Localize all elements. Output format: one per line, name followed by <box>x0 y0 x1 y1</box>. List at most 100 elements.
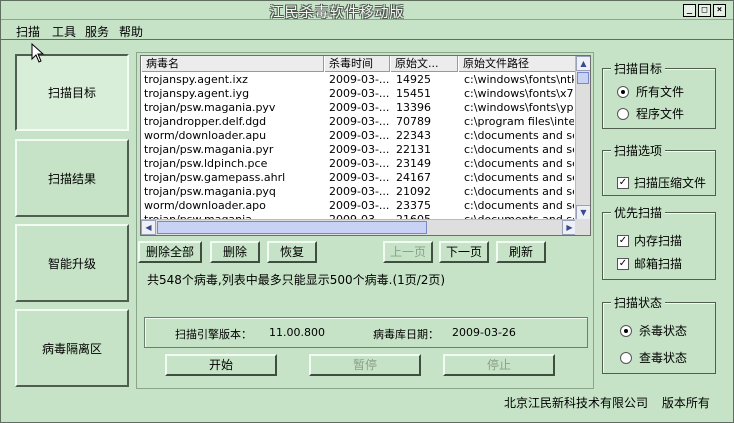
scroll-up-icon[interactable]: ▲ <box>576 56 590 71</box>
scan-target-title: 扫描目标 <box>611 60 666 77</box>
option-kill-state-label: 杀毒状态 <box>639 324 688 338</box>
prev-page-button[interactable]: 上一页 <box>383 241 433 263</box>
option-memory-scan[interactable]: ✓ 内存扫描 <box>617 232 682 249</box>
cell-virus-name: worm/downloader.apu <box>144 129 267 142</box>
cell-original-size: 70789 <box>396 115 431 128</box>
minimize-button[interactable]: _ <box>683 4 696 17</box>
table-row[interactable]: trojandropper.delf.dgd 2009-03-... 70789 c:… <box>141 115 577 129</box>
table-row[interactable]: worm/downloader.apo 2009-03-... 23375 c:\do… <box>141 199 577 213</box>
radio-all-files[interactable] <box>617 85 629 98</box>
title-bar: 江民杀毒软件移动版 _ □ × <box>1 1 733 21</box>
vertical-scroll-thumb[interactable] <box>577 72 589 84</box>
cell-original-path: c:\windows\fonts\x7s7 <box>464 87 574 100</box>
cell-original-path: c:\windows\fonts\ntkm <box>464 73 574 86</box>
option-check-state-label: 查毒状态 <box>639 351 688 365</box>
option-compressed[interactable]: ✓ 扫描压缩文件 <box>617 174 706 191</box>
cell-original-path: c:\documents and settir <box>464 157 574 170</box>
table-row[interactable]: trojanspy.agent.ixz 2009-03-... 14925 c:\wi… <box>141 73 577 87</box>
scroll-down-icon[interactable]: ▼ <box>576 205 590 220</box>
restore-button[interactable]: 恢复 <box>267 241 317 263</box>
checkbox-mailbox-scan[interactable]: ✓ <box>617 257 629 270</box>
cell-original-size: 22131 <box>396 143 431 156</box>
table-row[interactable]: trojan/psw.gamepass.ahrl 2009-03-... 24167… <box>141 171 577 185</box>
priority-scan-title: 优先扫描 <box>611 204 666 221</box>
cell-virus-name: trojan/psw.magania.pyq <box>144 185 276 198</box>
next-page-button[interactable]: 下一页 <box>439 241 489 263</box>
cell-kill-time: 2009-03-... <box>329 199 390 212</box>
cell-original-path: c:\documents and settir <box>464 199 574 212</box>
cell-kill-time: 2009-03-... <box>329 101 390 114</box>
radio-kill-state[interactable] <box>620 324 632 337</box>
option-check-state[interactable]: 查毒状态 <box>620 349 687 366</box>
radio-check-state[interactable] <box>620 351 632 364</box>
horizontal-scrollbar[interactable]: ◀ ▶ <box>141 219 577 235</box>
table-row[interactable]: trojan/psw.magania.pyr 2009-03-... 22131 c:… <box>141 143 577 157</box>
option-all-files[interactable]: 所有文件 <box>617 83 684 100</box>
delete-button[interactable]: 删除 <box>210 241 260 263</box>
cell-virus-name: trojan/psw.ldpinch.pce <box>144 157 268 170</box>
table-row[interactable]: worm/downloader.apu 2009-03-... 22343 c:\do… <box>141 129 577 143</box>
cell-original-size: 14925 <box>396 73 431 86</box>
mouse-cursor-icon <box>31 43 45 63</box>
refresh-button[interactable]: 刷新 <box>496 241 546 263</box>
cell-kill-time: 2009-03-... <box>329 73 390 86</box>
scan-state-group: 扫描状态 杀毒状态 查毒状态 <box>602 294 716 374</box>
cell-original-size: 15451 <box>396 87 431 100</box>
cell-original-size: 21092 <box>396 185 431 198</box>
menu-help[interactable]: 帮助 <box>119 23 143 40</box>
cell-kill-time: 2009-03-... <box>329 143 390 156</box>
option-kill-state[interactable]: 杀毒状态 <box>620 322 687 339</box>
horizontal-scroll-thumb[interactable] <box>157 221 427 234</box>
cell-original-size: 13396 <box>396 101 431 114</box>
pause-button[interactable]: 暂停 <box>309 354 421 376</box>
menu-service[interactable]: 服务 <box>85 23 109 40</box>
option-memory-scan-label: 内存扫描 <box>634 234 683 248</box>
virus-list[interactable]: 病毒名 杀毒时间 原始文... 原始文件路径 trojanspy.agent.i… <box>140 55 591 236</box>
menu-tools[interactable]: 工具 <box>52 23 76 40</box>
checkbox-memory-scan[interactable]: ✓ <box>617 234 629 247</box>
nav-scan-target[interactable]: 扫描目标 <box>15 54 129 131</box>
cell-original-path: c:\documents and settir <box>464 129 574 142</box>
option-mailbox-scan[interactable]: ✓ 邮箱扫描 <box>617 255 682 272</box>
scrollbar-corner <box>575 219 590 235</box>
nav-quarantine-label: 病毒隔离区 <box>41 341 102 356</box>
stop-button[interactable]: 停止 <box>443 354 555 376</box>
table-row[interactable]: trojan/psw.magania.pyv 2009-03-... 13396 c:… <box>141 101 577 115</box>
column-original-path[interactable]: 原始文件路径 <box>458 56 577 72</box>
option-all-files-label: 所有文件 <box>636 85 685 99</box>
cell-original-path: c:\documents and settir <box>464 143 574 156</box>
checkbox-compressed[interactable]: ✓ <box>617 176 629 189</box>
table-row[interactable]: trojan/psw.magania.pyq 2009-03-... 21092 c:… <box>141 185 577 199</box>
nav-smart-upgrade[interactable]: 智能升级 <box>15 224 129 302</box>
cell-virus-name: trojanspy.agent.iyg <box>144 87 250 100</box>
nav-scan-results-label: 扫描结果 <box>47 171 96 186</box>
cell-virus-name: trojan/psw.magania.pyr <box>144 143 274 156</box>
close-button[interactable]: × <box>713 4 726 17</box>
cell-original-size: 22343 <box>396 129 431 142</box>
virus-db-date-value: 2009-03-26 <box>452 326 516 339</box>
table-row[interactable]: trojanspy.agent.iyg 2009-03-... 15451 c:\wi… <box>141 87 577 101</box>
table-row[interactable]: trojan/psw.ldpinch.pce 2009-03-... 23149 c:… <box>141 157 577 171</box>
radio-program-files[interactable] <box>617 107 629 120</box>
column-virus-name[interactable]: 病毒名 <box>141 56 324 72</box>
column-original-size[interactable]: 原始文... <box>390 56 458 72</box>
cell-kill-time: 2009-03-... <box>329 115 390 128</box>
cell-virus-name: trojandropper.delf.dgd <box>144 115 267 128</box>
footer: 北京江民新科技术有限公司 版本所有 <box>504 394 710 411</box>
cell-original-size: 23375 <box>396 199 431 212</box>
delete-all-button[interactable]: 删除全部 <box>138 241 202 263</box>
start-button[interactable]: 开始 <box>165 354 277 376</box>
vertical-scrollbar[interactable]: ▲ ▼ <box>575 56 590 220</box>
virus-count-summary: 共548个病毒,列表中最多只能显示500个病毒.(1页/2页) <box>147 273 446 287</box>
menu-scan[interactable]: 扫描 <box>16 23 40 40</box>
option-mailbox-scan-label: 邮箱扫描 <box>634 257 683 271</box>
cell-kill-time: 2009-03-... <box>329 157 390 170</box>
cell-kill-time: 2009-03-... <box>329 87 390 100</box>
nav-quarantine[interactable]: 病毒隔离区 <box>15 309 129 387</box>
scroll-left-icon[interactable]: ◀ <box>141 220 156 235</box>
column-kill-time[interactable]: 杀毒时间 <box>324 56 390 72</box>
maximize-button[interactable]: □ <box>698 4 711 17</box>
option-program-files[interactable]: 程序文件 <box>617 105 684 122</box>
nav-scan-results[interactable]: 扫描结果 <box>15 139 129 217</box>
option-program-files-label: 程序文件 <box>636 107 685 121</box>
